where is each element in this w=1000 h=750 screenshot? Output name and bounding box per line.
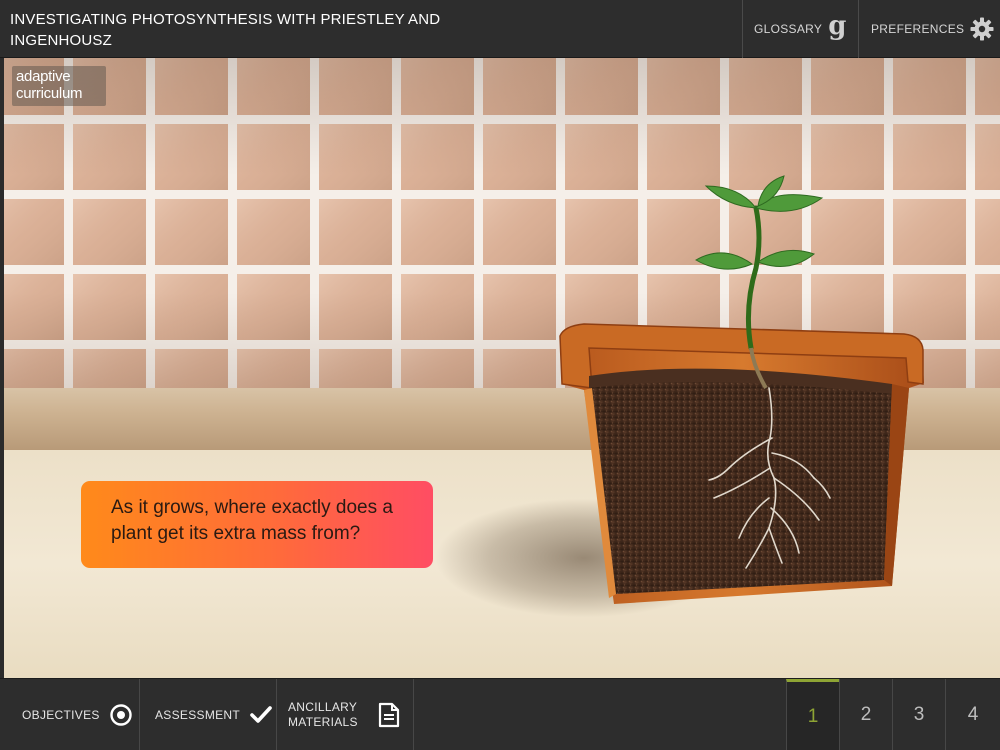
- page-tab-2[interactable]: 2: [839, 679, 892, 750]
- logo-line-2: curriculum: [16, 85, 83, 102]
- logo-line-1: adaptive: [16, 68, 71, 85]
- objectives-button[interactable]: OBJECTIVES: [0, 679, 140, 750]
- lesson-scene: adaptive curriculum As it grows, where e…: [4, 58, 1000, 678]
- question-callout: As it grows, where exactly does a plant …: [81, 481, 433, 568]
- assessment-button[interactable]: ASSESSMENT: [140, 679, 277, 750]
- lesson-title: INVESTIGATING PHOTOSYNTHESIS WITH PRIEST…: [10, 11, 441, 49]
- glossary-label: GLOSSARY: [754, 22, 823, 36]
- document-icon: [378, 702, 400, 728]
- assessment-label: ASSESSMENT: [155, 708, 241, 722]
- objectives-label: OBJECTIVES: [22, 708, 100, 722]
- checkmark-icon: [250, 706, 272, 723]
- bottom-bar: OBJECTIVES ASSESSMENT ANCILLARY MATERIAL…: [0, 678, 1000, 750]
- page-tab-4[interactable]: 4: [945, 679, 1000, 750]
- adaptive-curriculum-logo: adaptive curriculum: [12, 66, 106, 106]
- ancillary-materials-button[interactable]: ANCILLARY MATERIALS: [277, 679, 414, 750]
- plant-in-pot-illustration: [559, 175, 924, 604]
- target-icon: [109, 704, 132, 726]
- page-tab-3[interactable]: 3: [892, 679, 945, 750]
- gear-icon: [970, 17, 994, 41]
- preferences-label: PREFERENCES: [871, 22, 965, 36]
- top-bar: INVESTIGATING PHOTOSYNTHESIS WITH PRIEST…: [0, 0, 1000, 58]
- glossary-button[interactable]: GLOSSARY g: [742, 0, 858, 58]
- glossary-g-icon: g: [828, 11, 847, 41]
- preferences-button[interactable]: PREFERENCES: [858, 0, 1000, 58]
- ancillary-label: ANCILLARY MATERIALS: [288, 700, 358, 729]
- page-tab-1[interactable]: 1: [786, 679, 839, 750]
